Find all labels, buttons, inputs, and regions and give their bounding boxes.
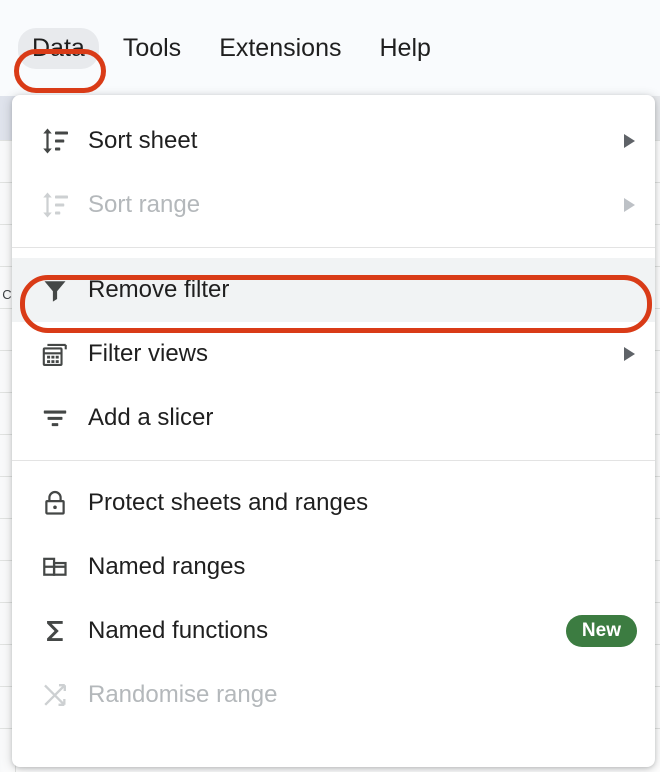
menu-divider bbox=[12, 247, 655, 248]
menu-item-label: Protect sheets and ranges bbox=[88, 489, 369, 516]
shuffle-icon bbox=[38, 678, 72, 712]
menu-item-label: Remove filter bbox=[88, 276, 230, 303]
filter-icon bbox=[38, 273, 72, 307]
menubar-item-extensions[interactable]: Extensions bbox=[205, 28, 355, 69]
data-menu-dropdown: Sort sheet Sort range Remove filter Filt… bbox=[12, 95, 655, 767]
submenu-arrow-icon bbox=[624, 347, 635, 361]
menu-item-randomise-range[interactable]: Randomise range bbox=[12, 663, 655, 727]
menu-item-label: Sort range bbox=[88, 191, 201, 218]
lock-icon bbox=[38, 486, 72, 520]
menu-item-label: Named ranges bbox=[88, 553, 246, 580]
menu-item-add-a-slicer[interactable]: Add a slicer bbox=[12, 386, 655, 450]
menu-item-label: Named functions bbox=[88, 617, 269, 644]
spreadsheet-app-window: C Data Tools Extensions Help Sort sheet bbox=[0, 0, 660, 772]
submenu-arrow-icon bbox=[624, 134, 635, 148]
menu-item-label: Randomise range bbox=[88, 681, 278, 708]
menu-item-named-ranges[interactable]: Named ranges bbox=[12, 535, 655, 599]
sigma-icon bbox=[38, 614, 72, 648]
menu-item-sort-range[interactable]: Sort range bbox=[12, 173, 655, 237]
sort-icon bbox=[38, 124, 72, 158]
menu-item-protect-sheets-and-ranges[interactable]: Protect sheets and ranges bbox=[12, 471, 655, 535]
menubar-item-help[interactable]: Help bbox=[365, 28, 444, 69]
menubar-item-data[interactable]: Data bbox=[18, 27, 99, 69]
menu-item-label: Filter views bbox=[88, 340, 209, 367]
menubar-item-tools[interactable]: Tools bbox=[109, 28, 195, 69]
menu-item-remove-filter[interactable]: Remove filter bbox=[12, 258, 655, 322]
slicer-icon bbox=[38, 401, 72, 435]
menu-item-named-functions[interactable]: Named functions New bbox=[12, 599, 655, 663]
menu-item-label: Sort sheet bbox=[88, 127, 198, 154]
menubar: Data Tools Extensions Help bbox=[0, 0, 660, 96]
menu-item-filter-views[interactable]: Filter views bbox=[12, 322, 655, 386]
menu-item-label: Add a slicer bbox=[88, 404, 214, 431]
status-badge-new: New bbox=[565, 615, 637, 647]
filter-views-icon bbox=[38, 337, 72, 371]
menu-divider bbox=[12, 460, 655, 461]
sort-icon bbox=[38, 188, 72, 222]
menu-item-sort-sheet[interactable]: Sort sheet bbox=[12, 109, 655, 173]
table-icon bbox=[38, 550, 72, 584]
submenu-arrow-icon bbox=[624, 198, 635, 212]
